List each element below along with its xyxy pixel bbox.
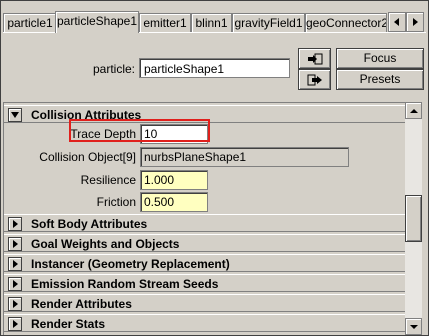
triangle-right-icon xyxy=(13,240,18,248)
triangle-right-icon xyxy=(13,280,18,288)
arrow-down-icon xyxy=(409,324,418,329)
vertical-scrollbar[interactable] xyxy=(405,102,422,335)
scroll-thumb[interactable] xyxy=(405,195,422,242)
section-title: Goal Weights and Objects xyxy=(31,237,180,251)
right-arrow-icon xyxy=(413,18,418,26)
tab-label: emitter1 xyxy=(143,16,187,30)
render-stats-header[interactable]: Render Stats xyxy=(4,314,405,332)
expand-toggle[interactable] xyxy=(8,317,22,331)
collision-object-label: Collision Object[9] xyxy=(39,150,136,164)
instancer-header[interactable]: Instancer (Geometry Replacement) xyxy=(4,254,405,272)
select-node-button[interactable] xyxy=(298,48,331,69)
left-arrow-icon xyxy=(394,18,399,26)
expand-toggle[interactable] xyxy=(8,217,22,231)
focus-button[interactable]: Focus xyxy=(336,48,424,69)
soft-body-attributes-header[interactable]: Soft Body Attributes xyxy=(4,214,405,232)
tab-bar: particle1 particleShape1 emitter1 blinn1… xyxy=(3,11,428,33)
tab-blinn1[interactable]: blinn1 xyxy=(191,13,232,32)
tab-label: blinn1 xyxy=(195,16,228,30)
tab-label: particleShape1 xyxy=(56,14,138,28)
tab-gravityfield1[interactable]: gravityField1 xyxy=(232,13,305,32)
expand-toggle[interactable] xyxy=(8,257,22,271)
tab-scroll-right-button[interactable] xyxy=(406,12,424,32)
render-attributes-header[interactable]: Render Attributes xyxy=(4,294,405,312)
tab-particleshape1[interactable]: particleShape1 xyxy=(55,11,139,33)
arrow-up-icon xyxy=(409,108,418,113)
triangle-right-icon xyxy=(13,320,18,328)
attribute-scroll-area: Collision Attributes Trace Depth 10 Coll… xyxy=(3,102,406,335)
section-title: Emission Random Stream Seeds xyxy=(31,277,219,291)
expand-toggle[interactable] xyxy=(8,297,22,311)
scroll-up-button[interactable] xyxy=(405,102,422,119)
resilience-label: Resilience xyxy=(80,173,136,187)
node-type-label: particle: xyxy=(93,62,136,76)
presets-button[interactable]: Presets xyxy=(336,69,424,90)
select-input-icon xyxy=(307,53,322,64)
emission-seeds-header[interactable]: Emission Random Stream Seeds xyxy=(4,274,405,292)
tab-emitter1[interactable]: emitter1 xyxy=(139,13,191,32)
expand-toggle[interactable] xyxy=(8,277,22,291)
section-title: Instancer (Geometry Replacement) xyxy=(31,257,230,271)
tab-geoconnector2[interactable]: geoConnector2 xyxy=(305,13,387,32)
tab-particle1[interactable]: particle1 xyxy=(3,13,57,32)
section-title: Soft Body Attributes xyxy=(31,217,148,231)
friction-field[interactable]: 0.500 xyxy=(140,192,208,212)
scroll-down-button[interactable] xyxy=(405,318,422,335)
expand-toggle[interactable] xyxy=(8,108,22,122)
highlight-box xyxy=(69,119,210,142)
triangle-right-icon xyxy=(13,260,18,268)
collision-object-field: nurbsPlaneShape1 xyxy=(140,147,349,167)
tab-scroll-left-button[interactable] xyxy=(388,12,406,32)
triangle-right-icon xyxy=(13,220,18,228)
select-output-icon xyxy=(307,74,322,85)
tab-label: geoConnector2 xyxy=(306,16,387,30)
resilience-field[interactable]: 1.000 xyxy=(140,170,208,190)
section-title: Render Attributes xyxy=(31,297,132,311)
section-title: Render Stats xyxy=(31,317,106,331)
expand-toggle[interactable] xyxy=(8,237,22,251)
node-name-field[interactable]: particleShape1 xyxy=(139,58,290,78)
triangle-right-icon xyxy=(13,300,18,308)
goal-weights-header[interactable]: Goal Weights and Objects xyxy=(4,234,405,252)
triangle-down-icon xyxy=(11,112,19,118)
tab-label: particle1 xyxy=(7,16,53,30)
attribute-editor-window: particle1 particleShape1 emitter1 blinn1… xyxy=(0,0,429,336)
select-output-button[interactable] xyxy=(298,69,331,90)
tab-label: gravityField1 xyxy=(234,16,303,30)
friction-label: Friction xyxy=(96,195,136,209)
